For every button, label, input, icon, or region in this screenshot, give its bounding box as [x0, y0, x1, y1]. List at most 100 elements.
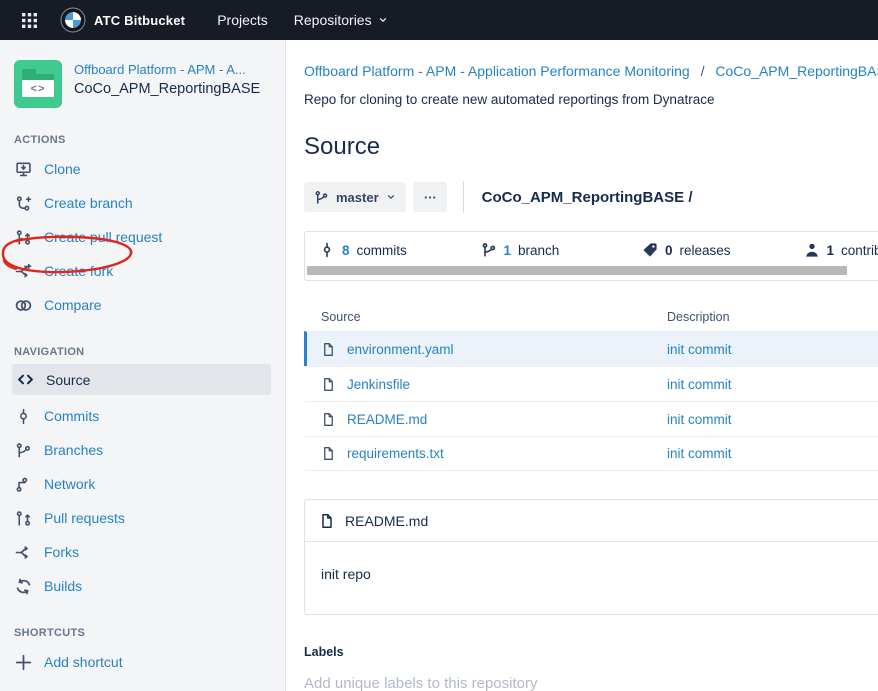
commit-message-link[interactable]: init commit: [667, 342, 732, 357]
tag-icon: [642, 242, 658, 258]
sidebar-item-label: Create pull request: [44, 229, 162, 245]
bmw-logo-icon: [60, 7, 86, 33]
create-branch-icon: [14, 194, 32, 212]
page-title: Source: [304, 133, 878, 161]
sidebar-item-compare[interactable]: Compare: [0, 288, 285, 322]
sidebar-item-label: Builds: [44, 578, 82, 594]
chevron-down-icon: [386, 193, 396, 201]
branch-selector-button[interactable]: master: [304, 182, 406, 212]
commit-message-link[interactable]: init commit: [667, 377, 732, 392]
stat-count: 8: [342, 243, 350, 258]
file-icon: [319, 513, 335, 529]
horizontal-scrollbar[interactable]: [307, 266, 847, 275]
clone-icon: [14, 160, 32, 178]
labels-section: Labels Add unique labels to this reposit…: [304, 645, 878, 691]
sidebar-item-label: Compare: [44, 297, 102, 313]
file-link[interactable]: README.md: [347, 412, 427, 427]
sidebar-item-add-shortcut[interactable]: Add shortcut: [0, 645, 285, 679]
stat-releases[interactable]: 0 releases: [642, 242, 804, 258]
commit-icon: [14, 407, 32, 425]
top-app-bar: ATC Bitbucket Projects Repositories: [0, 0, 878, 40]
file-link[interactable]: environment.yaml: [347, 342, 454, 357]
sidebar-item-label: Forks: [44, 544, 79, 560]
stat-count: 0: [665, 243, 673, 258]
sidebar-item-label: Pull requests: [44, 510, 125, 526]
current-path: CoCo_APM_ReportingBASE /: [482, 189, 693, 206]
grid-icon: [22, 13, 37, 28]
sidebar-item-label: Commits: [44, 408, 99, 424]
repo-stats-bar: 8 commits 1 branch 0 releases: [304, 231, 878, 281]
more-options-button[interactable]: [413, 182, 447, 212]
table-row[interactable]: requirements.txt init commit: [304, 436, 878, 471]
file-icon: [321, 446, 336, 461]
stat-contributors[interactable]: 1 contributor: [804, 242, 878, 258]
commit-message-link[interactable]: init commit: [667, 446, 732, 461]
breadcrumb-separator: /: [701, 63, 705, 79]
repo-avatar[interactable]: <>: [14, 60, 62, 108]
readme-title[interactable]: README.md: [345, 513, 428, 529]
actions-section-label: ACTIONS: [14, 134, 285, 146]
sidebar-item-pull-requests[interactable]: Pull requests: [0, 501, 285, 535]
sidebar-item-create-pull-request[interactable]: Create pull request: [0, 220, 285, 254]
branch-icon: [481, 242, 497, 258]
file-icon: [321, 412, 336, 427]
breadcrumb-project-link[interactable]: Offboard Platform - APM - Application Pe…: [304, 63, 690, 79]
code-brackets-icon: <>: [22, 80, 54, 97]
network-icon: [14, 475, 32, 493]
forks-icon: [14, 543, 32, 561]
sidebar-item-create-fork[interactable]: Create fork: [0, 254, 285, 288]
sidebar: <> Offboard Platform - APM - A... CoCo_A…: [0, 40, 286, 691]
sidebar-item-label: Branches: [44, 442, 103, 458]
source-icon: [16, 371, 34, 389]
stat-commits[interactable]: 8 commits: [319, 242, 481, 258]
table-row[interactable]: environment.yaml init commit: [304, 331, 878, 366]
file-table-header: Source Description: [304, 303, 878, 331]
sidebar-item-label: Create branch: [44, 195, 133, 211]
app-switcher-icon[interactable]: [16, 7, 42, 33]
repo-description: Repo for cloning to create new automated…: [304, 92, 878, 107]
nav-repositories[interactable]: Repositories: [294, 12, 388, 28]
sidebar-item-builds[interactable]: Builds: [0, 569, 285, 603]
table-row[interactable]: Jenkinsfile init commit: [304, 366, 878, 401]
sidebar-project-link[interactable]: Offboard Platform - APM - A...: [74, 62, 260, 77]
table-row[interactable]: README.md init commit: [304, 401, 878, 436]
builds-icon: [14, 577, 32, 595]
sidebar-item-branches[interactable]: Branches: [0, 433, 285, 467]
breadcrumb: Offboard Platform - APM - Application Pe…: [304, 63, 878, 79]
nav-repositories-label: Repositories: [294, 12, 372, 28]
person-icon: [804, 242, 820, 258]
commit-message-link[interactable]: init commit: [667, 412, 732, 427]
stat-label: commits: [357, 243, 407, 258]
sidebar-item-forks[interactable]: Forks: [0, 535, 285, 569]
branches-icon: [14, 441, 32, 459]
toolbar-divider: [463, 181, 464, 213]
commit-icon: [319, 242, 335, 258]
sidebar-item-label: Add shortcut: [44, 654, 123, 670]
shortcuts-section-label: SHORTCUTS: [14, 627, 285, 639]
sidebar-item-network[interactable]: Network: [0, 467, 285, 501]
compare-icon: [14, 296, 32, 314]
nav-projects[interactable]: Projects: [217, 12, 268, 28]
app-title: ATC Bitbucket: [94, 13, 185, 28]
sidebar-item-clone[interactable]: Clone: [0, 152, 285, 186]
sidebar-item-label: Clone: [44, 161, 81, 177]
sidebar-item-create-branch[interactable]: Create branch: [0, 186, 285, 220]
brand-home-link[interactable]: ATC Bitbucket: [60, 7, 185, 33]
column-header-description: Description: [667, 310, 730, 324]
branch-icon: [314, 190, 329, 205]
file-table: Source Description environment.yaml init…: [304, 303, 878, 471]
sidebar-item-label: Create fork: [44, 263, 113, 279]
sidebar-item-commits[interactable]: Commits: [0, 399, 285, 433]
plus-icon: [14, 653, 32, 671]
stat-label: contributor: [841, 243, 878, 258]
ellipsis-icon: [423, 190, 437, 205]
file-link[interactable]: requirements.txt: [347, 446, 444, 461]
column-header-source: Source: [321, 310, 667, 324]
sidebar-item-source[interactable]: Source: [12, 364, 271, 395]
breadcrumb-repo-link[interactable]: CoCo_APM_ReportingBASE: [715, 63, 878, 79]
labels-input-placeholder[interactable]: Add unique labels to this repository: [304, 675, 878, 691]
sidebar-item-label: Source: [46, 372, 90, 388]
readme-content: init repo: [305, 542, 878, 614]
stat-branches[interactable]: 1 branch: [481, 242, 643, 258]
file-link[interactable]: Jenkinsfile: [347, 377, 410, 392]
